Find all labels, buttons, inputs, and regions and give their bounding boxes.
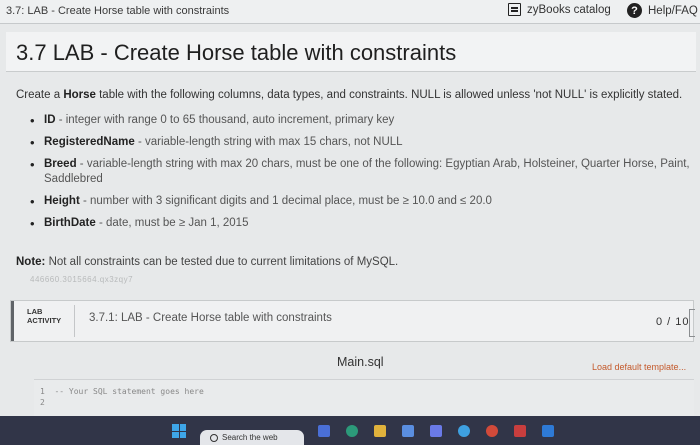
book-icon [508,3,521,16]
word-icon[interactable] [542,425,554,437]
line-text: -- Your SQL statement goes here [54,387,204,396]
divider [74,305,75,337]
activity-id-watermark: 446660.3015664.qx3zqy7 [30,275,134,284]
requirements-list: ID - integer with range 0 to 65 thousand… [30,113,690,238]
load-default-template-link[interactable]: Load default template... [592,362,686,372]
intro-table-name: Horse [63,89,96,101]
os-taskbar [0,416,700,445]
code-editor[interactable]: 1 -- Your SQL statement goes here 2 [34,379,694,416]
score-box [689,309,695,337]
catalog-label: zyBooks catalog [527,3,611,16]
list-item: BirthDate - date, must be ≥ Jan 1, 2015 [30,216,690,231]
list-item: Breed - variable-length string with max … [30,157,690,187]
store-icon[interactable] [402,425,414,437]
help-icon: ? [627,3,642,18]
intro-suffix: table with the following columns, data t… [95,89,683,101]
help-label: Help/FAQ [648,4,698,17]
breadcrumb[interactable]: 3.7: LAB - Create Horse table with const… [6,5,229,17]
mail-icon[interactable] [430,425,442,437]
lab-tag-line2: ACTIVITY [27,316,62,325]
column-desc: - date, must be ≥ Jan 1, 2015 [95,217,249,229]
score-display: 0 / 10 [656,316,690,328]
windows-start-icon[interactable] [172,424,186,438]
column-desc: - variable-length string with max 15 cha… [134,136,403,148]
page-title: 3.7 LAB - Create Horse table with constr… [16,40,457,65]
lab-activity-card: LAB ACTIVITY 3.7.1: LAB - Create Horse t… [10,300,695,342]
task-view-icon[interactable] [318,425,330,437]
list-item: RegisteredName - variable-length string … [30,135,690,150]
code-line: 2 [40,398,54,407]
lab-accent-bar [11,301,14,341]
list-item: ID - integer with range 0 to 65 thousand… [30,113,690,128]
column-desc: - number with 3 significant digits and 1… [79,195,492,207]
line-number: 1 [40,387,45,396]
help-link[interactable]: ? Help/FAQ [627,3,698,18]
chrome-icon[interactable] [486,425,498,437]
list-item: Height - number with 3 significant digit… [30,194,690,209]
column-name: RegisteredName [44,136,135,148]
app-icon[interactable] [514,425,526,437]
content-area: 3.7 LAB - Create Horse table with constr… [0,24,700,416]
note-body: Not all constraints can be tested due to… [45,256,399,268]
column-name: Breed [44,158,77,170]
app-icon[interactable] [458,425,470,437]
column-name: ID [44,114,56,126]
edge-browser-icon[interactable] [346,425,358,437]
top-bar: 3.7: LAB - Create Horse table with const… [0,0,700,24]
column-desc: - integer with range 0 to 65 thousand, a… [55,114,395,126]
lab-title: 3.7.1: LAB - Create Horse table with con… [89,312,332,324]
intro-text: Create a Horse table with the following … [16,89,682,101]
column-name: Height [44,195,80,207]
column-desc: - variable-length string with max 20 cha… [44,158,690,185]
title-banner: 3.7 LAB - Create Horse table with constr… [6,32,696,72]
search-icon [210,433,218,442]
search-placeholder: Search the web [222,433,278,442]
column-name: BirthDate [44,217,96,229]
file-explorer-icon[interactable] [374,425,386,437]
note-text: Note: Not all constraints can be tested … [16,256,398,268]
lab-tag-line1: LAB [27,307,43,316]
code-line: 1 -- Your SQL statement goes here [40,387,204,396]
catalog-link[interactable]: zyBooks catalog [508,3,611,16]
line-number: 2 [40,398,45,407]
note-label: Note: [16,256,46,268]
editor-filename: Main.sql [337,355,384,369]
intro-prefix: Create a [16,89,64,101]
lab-activity-tag: LAB ACTIVITY [27,307,61,325]
taskbar-search-box[interactable]: Search the web [200,430,304,445]
